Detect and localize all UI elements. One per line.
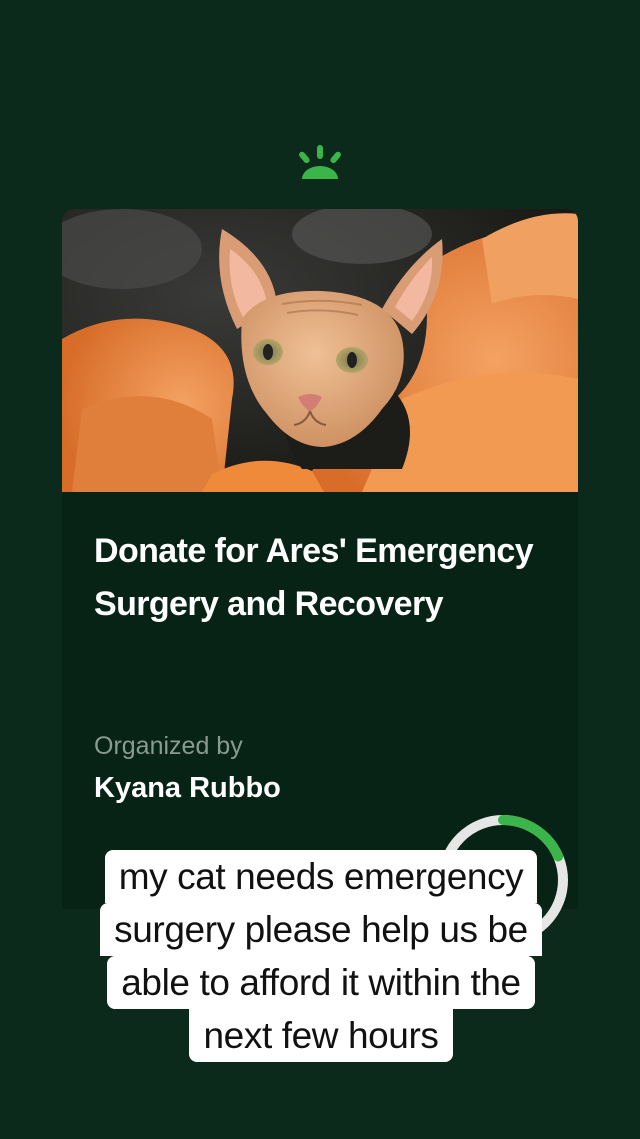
caption-line: surgery please help us be [100, 903, 542, 956]
organizer-name[interactable]: Kyana Rubbo [94, 771, 281, 805]
caption-line: able to afford it within the [107, 956, 535, 1009]
cat-photo [62, 209, 578, 492]
organized-by-label: Organized by [94, 732, 243, 760]
caption-line: my cat needs emergency [104, 850, 538, 903]
video-caption: my cat needs emergency surgery please he… [38, 850, 604, 1062]
screen: Donate for Ares' Emergency Surgery and R… [0, 0, 640, 1139]
fundraiser-card[interactable]: Donate for Ares' Emergency Surgery and R… [62, 209, 578, 909]
gofundme-logo-icon [299, 145, 341, 179]
fundraiser-title[interactable]: Donate for Ares' Emergency Surgery and R… [94, 525, 554, 631]
caption-line: next few hours [189, 1009, 453, 1062]
